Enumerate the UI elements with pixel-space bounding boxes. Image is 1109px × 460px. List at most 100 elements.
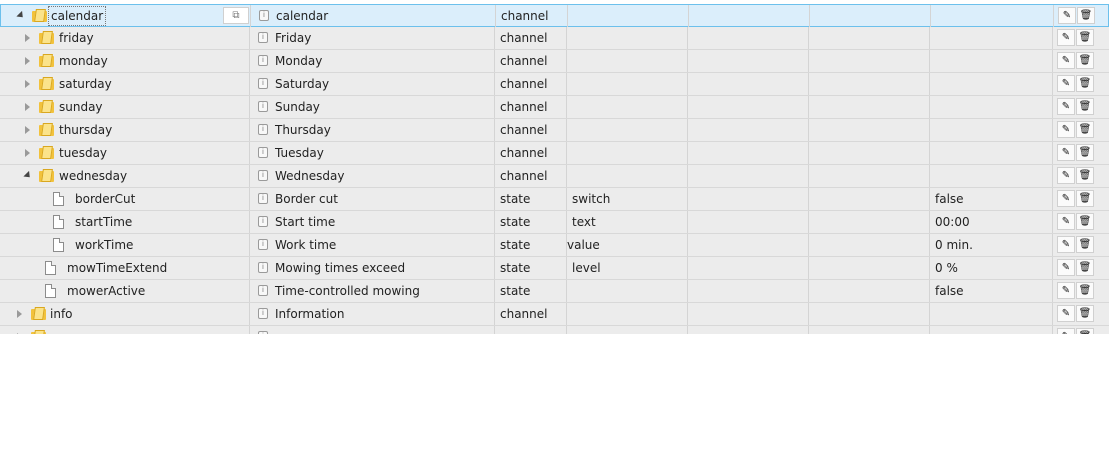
delete-button[interactable]: 🗑: [1076, 144, 1094, 161]
id-cell[interactable]: borderCut: [0, 188, 250, 210]
role-cell[interactable]: [567, 142, 688, 164]
function-cell[interactable]: [809, 50, 930, 72]
edit-button[interactable]: ✎: [1057, 305, 1075, 322]
delete-button[interactable]: 🗑: [1076, 282, 1094, 299]
table-row[interactable]: tuesday i Tuesday channel ✎ 🗑: [0, 142, 1109, 165]
function-cell[interactable]: [809, 165, 930, 187]
delete-button[interactable]: 🗑: [1076, 236, 1094, 253]
delete-button[interactable]: 🗑: [1076, 75, 1094, 92]
edit-button[interactable]: ✎: [1057, 29, 1075, 46]
table-row[interactable]: calendar ⧉ i calendar channel ✎ 🗑: [0, 4, 1109, 27]
table-row[interactable]: workTime i Work time state value 0 min. ✎ 🗑: [0, 234, 1109, 257]
name-cell[interactable]: i Sunday: [250, 96, 495, 118]
table-row[interactable]: thursday i Thursday channel ✎ 🗑: [0, 119, 1109, 142]
room-cell[interactable]: [688, 257, 809, 279]
value-cell[interactable]: [930, 326, 1053, 334]
id-cell[interactable]: friday: [0, 27, 250, 49]
role-cell[interactable]: [567, 73, 688, 95]
name-cell[interactable]: i Tuesday: [250, 142, 495, 164]
value-cell[interactable]: [930, 303, 1053, 325]
room-cell[interactable]: [688, 280, 809, 302]
value-cell[interactable]: [930, 27, 1053, 49]
delete-button[interactable]: 🗑: [1076, 98, 1094, 115]
room-cell[interactable]: [688, 50, 809, 72]
expand-toggle-icon[interactable]: [23, 170, 33, 181]
table-row[interactable]: i ✎🗑: [0, 326, 1109, 334]
value-cell[interactable]: [930, 119, 1053, 141]
collapse-toggle-icon[interactable]: [25, 126, 30, 134]
name-cell[interactable]: i Mowing times exceed: [250, 257, 495, 279]
room-cell[interactable]: [688, 188, 809, 210]
edit-button[interactable]: ✎: [1057, 75, 1075, 92]
table-row[interactable]: wednesday i Wednesday channel ✎ 🗑: [0, 165, 1109, 188]
value-cell[interactable]: [930, 96, 1053, 118]
room-cell[interactable]: [688, 211, 809, 233]
room-cell[interactable]: [688, 142, 809, 164]
room-cell[interactable]: [688, 119, 809, 141]
edit-button[interactable]: ✎: [1057, 328, 1075, 334]
edit-button[interactable]: ✎: [1057, 121, 1075, 138]
name-cell[interactable]: i Border cut: [250, 188, 495, 210]
function-cell[interactable]: [809, 257, 930, 279]
name-cell[interactable]: i Work time: [250, 234, 495, 256]
edit-button[interactable]: ✎: [1057, 52, 1075, 69]
function-cell[interactable]: [809, 73, 930, 95]
room-cell[interactable]: [688, 27, 809, 49]
table-row[interactable]: info i Information channel ✎ 🗑: [0, 303, 1109, 326]
collapse-toggle-icon[interactable]: [25, 149, 30, 157]
collapse-toggle-icon[interactable]: [25, 34, 30, 42]
value-cell[interactable]: [930, 50, 1053, 72]
value-cell[interactable]: [930, 73, 1053, 95]
delete-button[interactable]: 🗑: [1076, 190, 1094, 207]
edit-button[interactable]: ✎: [1058, 7, 1076, 24]
delete-button[interactable]: 🗑: [1076, 29, 1094, 46]
value-cell[interactable]: [930, 165, 1053, 187]
name-cell[interactable]: i Information: [250, 303, 495, 325]
role-cell[interactable]: [567, 119, 688, 141]
edit-button[interactable]: ✎: [1057, 167, 1075, 184]
id-cell[interactable]: calendar ⧉: [1, 5, 251, 27]
role-cell[interactable]: [567, 96, 688, 118]
collapse-toggle-icon[interactable]: [17, 310, 22, 318]
delete-button[interactable]: 🗑: [1076, 121, 1094, 138]
id-cell[interactable]: mowerActive: [0, 280, 250, 302]
function-cell[interactable]: [809, 280, 930, 302]
function-cell[interactable]: [809, 188, 930, 210]
value-cell[interactable]: 0 min.: [930, 234, 1053, 256]
name-cell[interactable]: i Thursday: [250, 119, 495, 141]
delete-button[interactable]: 🗑: [1076, 328, 1094, 334]
name-cell[interactable]: i Friday: [250, 27, 495, 49]
function-cell[interactable]: [809, 303, 930, 325]
role-cell[interactable]: [567, 303, 688, 325]
role-cell[interactable]: [567, 326, 688, 334]
collapse-toggle-icon[interactable]: [25, 57, 30, 65]
copy-id-button[interactable]: ⧉: [223, 7, 249, 24]
table-row[interactable]: friday i Friday channel ✎ 🗑: [0, 27, 1109, 50]
name-cell[interactable]: i Time-controlled mowing: [250, 280, 495, 302]
id-cell[interactable]: info: [0, 303, 250, 325]
room-cell[interactable]: [688, 96, 809, 118]
collapse-toggle-icon[interactable]: [25, 103, 30, 111]
function-cell[interactable]: [809, 234, 930, 256]
room-cell[interactable]: [688, 165, 809, 187]
name-cell[interactable]: i: [250, 326, 495, 334]
function-cell[interactable]: [809, 326, 930, 334]
edit-button[interactable]: ✎: [1057, 190, 1075, 207]
function-cell[interactable]: [809, 96, 930, 118]
table-row[interactable]: startTime i Start time state text 00:00 ✎ 🗑: [0, 211, 1109, 234]
edit-button[interactable]: ✎: [1057, 144, 1075, 161]
room-cell[interactable]: [689, 5, 810, 27]
name-cell[interactable]: i Wednesday: [250, 165, 495, 187]
function-cell[interactable]: [810, 5, 931, 27]
table-row[interactable]: saturday i Saturday channel ✎ 🗑: [0, 73, 1109, 96]
table-row[interactable]: monday i Monday channel ✎ 🗑: [0, 50, 1109, 73]
role-cell[interactable]: [567, 165, 688, 187]
value-cell[interactable]: false: [930, 280, 1053, 302]
role-cell[interactable]: [567, 27, 688, 49]
table-row[interactable]: sunday i Sunday channel ✎ 🗑: [0, 96, 1109, 119]
room-cell[interactable]: [688, 234, 809, 256]
id-cell[interactable]: saturday: [0, 73, 250, 95]
id-cell[interactable]: mowTimeExtend: [0, 257, 250, 279]
edit-button[interactable]: ✎: [1057, 236, 1075, 253]
id-cell[interactable]: startTime: [0, 211, 250, 233]
